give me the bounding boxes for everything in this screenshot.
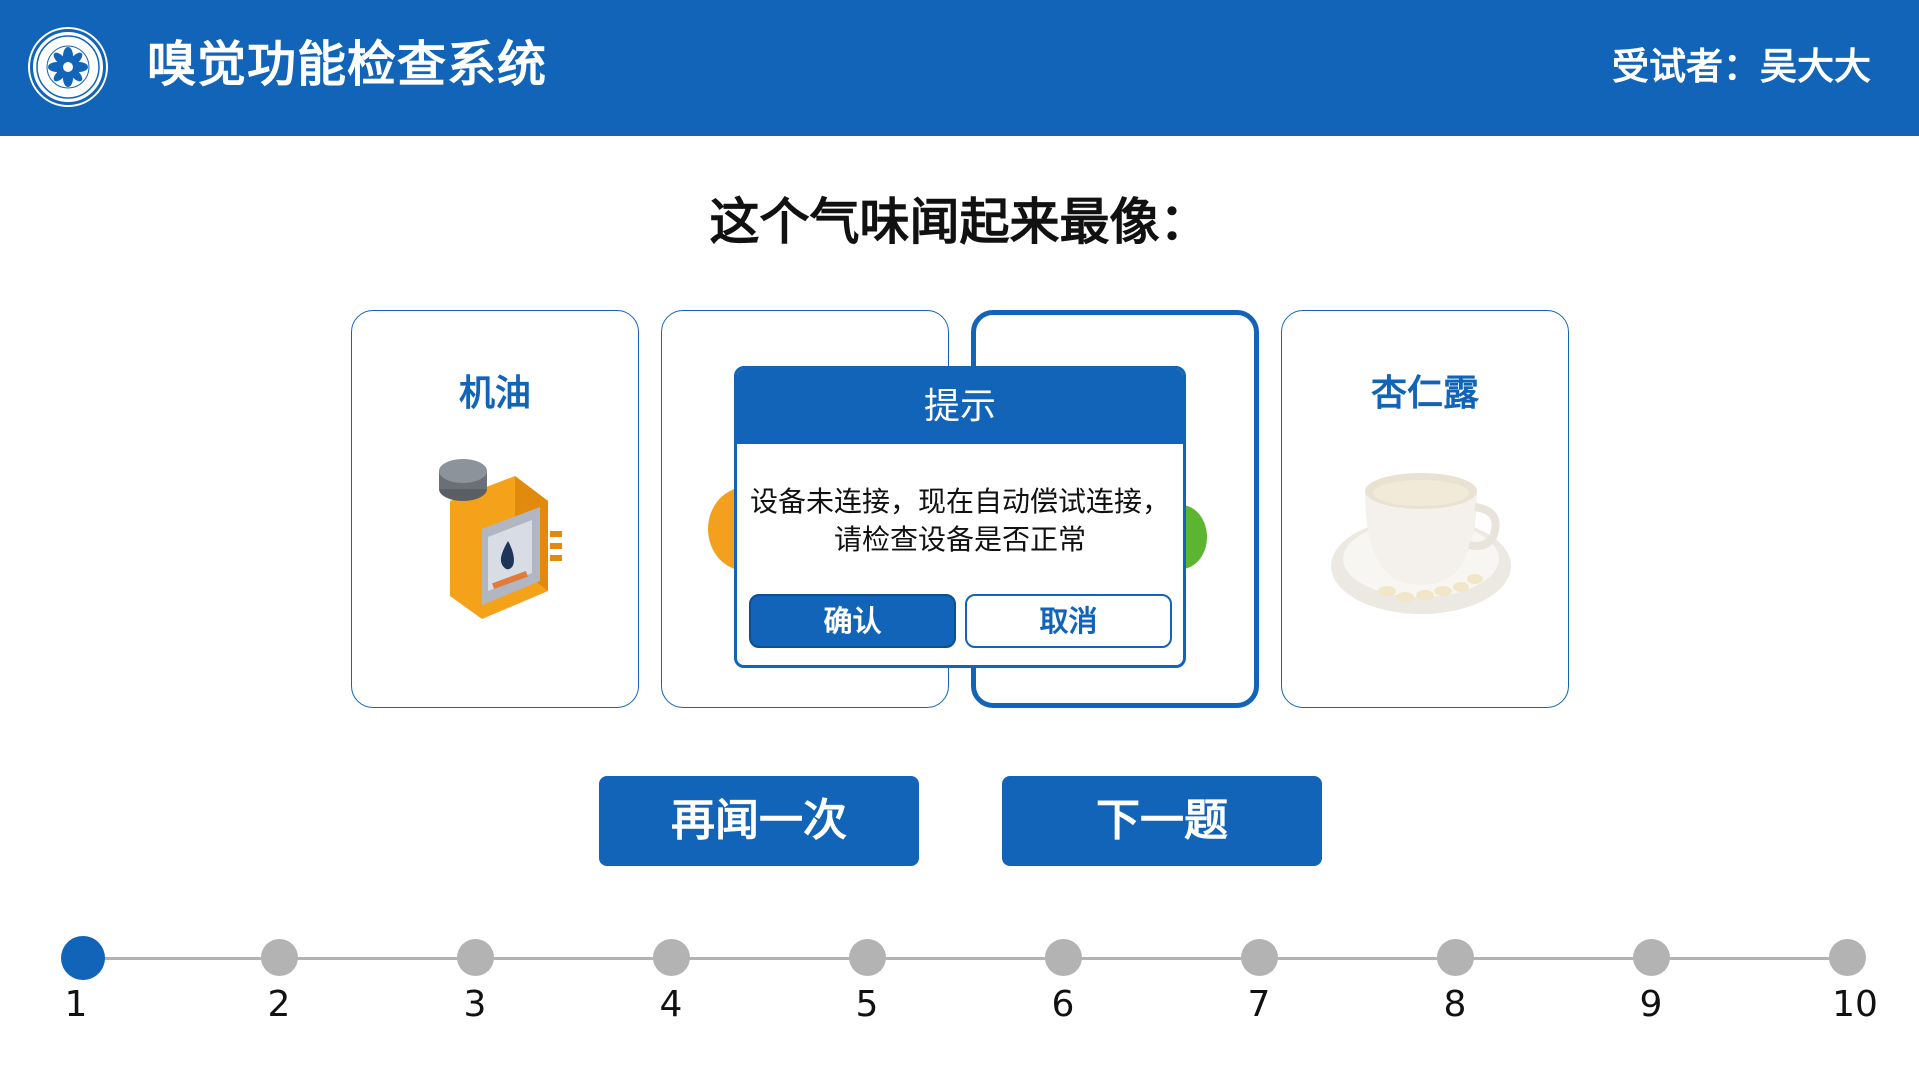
- question-title: 这个气味闻起来最像：: [709, 193, 1210, 251]
- progress-step-label-5: 5: [855, 984, 879, 1025]
- app-header: 嗅觉功能检查系统 受试者：吴大大: [0, 0, 1919, 136]
- almond-milk-cup-icon: [1282, 441, 1568, 651]
- choice-card-1[interactable]: 机油: [351, 310, 639, 708]
- choice-card-4[interactable]: 杏仁露: [1281, 310, 1569, 708]
- motor-oil-can-icon: [352, 441, 638, 651]
- confirm-button[interactable]: 确认: [749, 594, 956, 648]
- choice-label: 机油: [458, 373, 531, 414]
- progress-step-label-10: 10: [1832, 984, 1878, 1025]
- dialog-message: 设备未连接，现在自动偿试连接， 请检查设备是否正常: [737, 483, 1183, 559]
- progress-step-dot-10: [1828, 939, 1866, 976]
- progress-step-label-2: 2: [267, 984, 291, 1025]
- progress-step-dot-9: [1632, 939, 1670, 976]
- progress-track: [80, 957, 1840, 960]
- progress-step-dot-4: [652, 939, 690, 976]
- choice-label: 杏仁露: [1370, 373, 1479, 414]
- alert-dialog: 提示 设备未连接，现在自动偿试连接， 请检查设备是否正常 确认 取消: [734, 366, 1186, 668]
- progress-step-dot-3: [456, 939, 494, 976]
- progress-step-label-8: 8: [1443, 984, 1467, 1025]
- smell-again-button[interactable]: 再闻一次: [599, 776, 919, 866]
- dialog-message-line-2: 请检查设备是否正常: [833, 523, 1086, 556]
- progress-step-dot-2: [260, 939, 298, 976]
- progress-step-dot-7: [1240, 939, 1278, 976]
- progress-step-label-7: 7: [1247, 984, 1271, 1025]
- dialog-title: 提示: [737, 369, 1183, 444]
- progress-step-label-9: 9: [1639, 984, 1663, 1025]
- progress-step-dot-6: [1044, 939, 1082, 976]
- dialog-message-line-1: 设备未连接，现在自动偿试连接，: [749, 485, 1170, 518]
- progress-step-label-1: 1: [64, 984, 88, 1025]
- cancel-button[interactable]: 取消: [965, 594, 1172, 648]
- subject-name: 受试者：吴大大: [1612, 45, 1871, 88]
- next-question-button[interactable]: 下一题: [1002, 776, 1322, 866]
- progress-step-dot-8: [1436, 939, 1474, 976]
- progress-step-label-4: 4: [659, 984, 683, 1025]
- progress-step-label-3: 3: [463, 984, 487, 1025]
- academy-emblem-icon: [30, 29, 106, 105]
- app-title: 嗅觉功能检查系统: [147, 36, 548, 93]
- progress-step-dot-1: [61, 936, 105, 980]
- progress-step-label-6: 6: [1051, 984, 1075, 1025]
- progress-step-dot-5: [848, 939, 886, 976]
